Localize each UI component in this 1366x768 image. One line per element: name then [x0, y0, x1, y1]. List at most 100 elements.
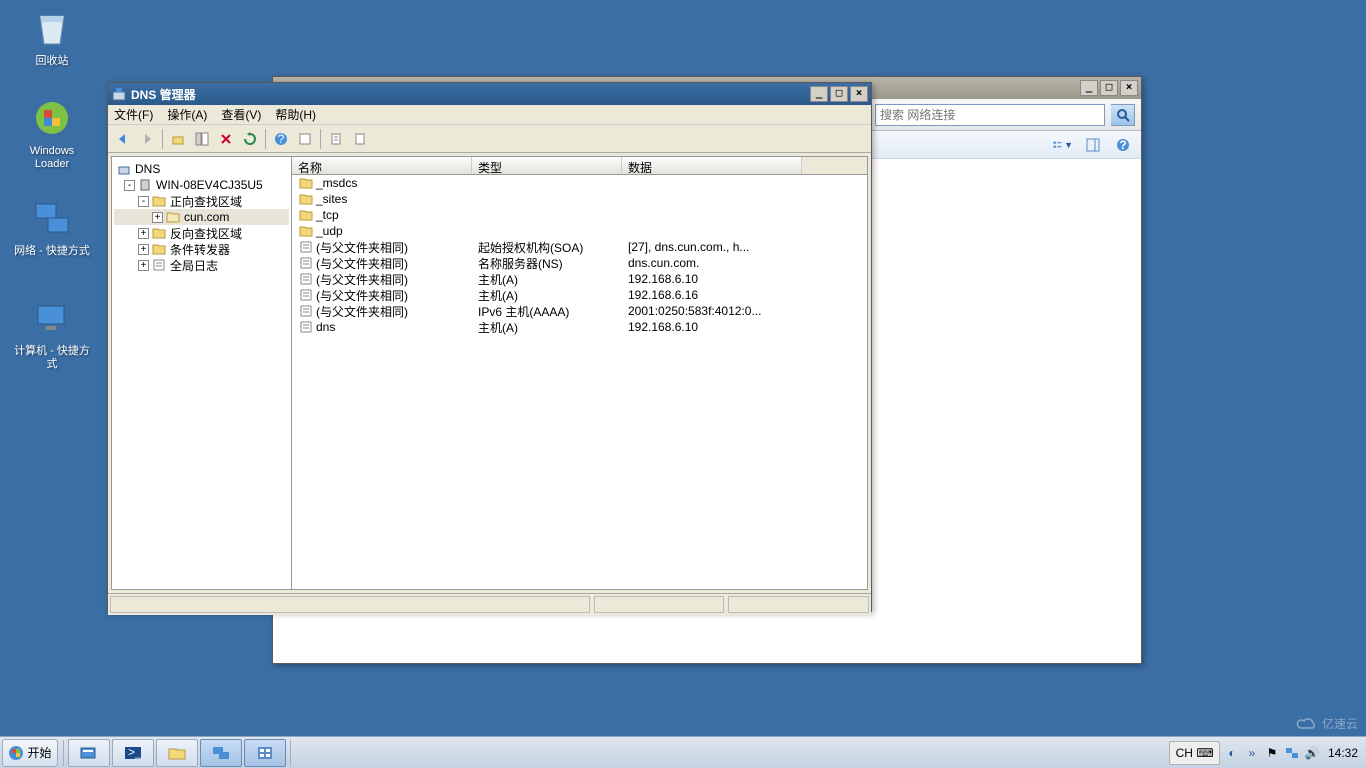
folder-icon — [151, 242, 167, 256]
task-server-manager[interactable] — [68, 739, 110, 767]
expand-icon[interactable]: + — [152, 212, 163, 223]
preview-pane-icon[interactable] — [1083, 135, 1103, 155]
tree-forward-zones[interactable]: - 正向查找区域 — [114, 193, 289, 209]
tree-root-dns[interactable]: DNS — [114, 161, 289, 177]
new-button[interactable] — [349, 128, 371, 150]
close-button[interactable]: × — [850, 86, 868, 102]
delete-button[interactable] — [215, 128, 237, 150]
action-center-icon[interactable]: ◐ — [1224, 745, 1240, 761]
statusbar — [108, 593, 871, 615]
back-button[interactable] — [112, 128, 134, 150]
dns-titlebar[interactable]: DNS 管理器 _ □ × — [108, 83, 871, 105]
clock[interactable]: 14:32 — [1324, 747, 1362, 759]
task-network[interactable] — [200, 739, 242, 767]
filter-button[interactable] — [325, 128, 347, 150]
close-button[interactable]: × — [1120, 80, 1138, 96]
help-button[interactable]: ? — [270, 128, 292, 150]
toolbar: ? — [108, 125, 871, 153]
minimize-button[interactable]: _ — [810, 86, 828, 102]
language-indicator[interactable]: CH ⌨ — [1169, 741, 1220, 765]
record-type: 起始授权机构(SOA) — [472, 239, 622, 256]
menu-help[interactable]: 帮助(H) — [275, 106, 316, 123]
record-name: (与父文件夹相同) — [316, 303, 408, 320]
tree-zone-cun-com[interactable]: + cun.com — [114, 209, 289, 225]
desktop-icon-network[interactable]: 网络 - 快捷方式 — [14, 198, 90, 258]
forward-button[interactable] — [136, 128, 158, 150]
start-button[interactable]: 开始 — [2, 739, 58, 767]
network-tray-icon[interactable] — [1284, 745, 1300, 761]
ime-icon[interactable]: ⌨ — [1197, 745, 1213, 761]
tree-global-log-label: 全局日志 — [170, 257, 218, 274]
menu-file[interactable]: 文件(F) — [114, 106, 153, 123]
show-hide-button[interactable] — [191, 128, 213, 150]
record-name: dns — [316, 320, 335, 334]
svg-text:?: ? — [278, 132, 285, 146]
tree-reverse-label: 反向查找区域 — [170, 225, 242, 242]
search-box[interactable] — [875, 104, 1105, 126]
folder-name: _sites — [316, 192, 347, 206]
record-icon — [298, 288, 314, 302]
up-button[interactable] — [167, 128, 189, 150]
list-item-folder[interactable]: _udp — [292, 223, 867, 239]
folder-name: _msdcs — [316, 176, 357, 190]
maximize-button[interactable]: □ — [1100, 80, 1118, 96]
volume-icon[interactable]: 🔊 — [1304, 745, 1320, 761]
dns-manager-window: DNS 管理器 _ □ × 文件(F) 操作(A) 查看(V) 帮助(H) ? — [107, 82, 872, 612]
desktop-icon-recycle-bin[interactable]: 回收站 — [14, 8, 90, 68]
search-input[interactable] — [876, 108, 1104, 122]
expand-icon[interactable]: + — [138, 260, 149, 271]
col-type[interactable]: 类型 — [472, 157, 622, 174]
task-dns-manager[interactable] — [244, 739, 286, 767]
expand-icon[interactable]: + — [138, 228, 149, 239]
record-type: 名称服务器(NS) — [472, 255, 622, 272]
minimize-button[interactable]: _ — [1080, 80, 1098, 96]
tree-server-label: WIN-08EV4CJ35U5 — [156, 178, 263, 192]
list-item-record[interactable]: (与父文件夹相同)名称服务器(NS)dns.cun.com. — [292, 255, 867, 271]
col-data[interactable]: 数据 — [622, 157, 802, 174]
col-name[interactable]: 名称 — [292, 157, 472, 174]
log-icon — [151, 258, 167, 272]
record-type: 主机(A) — [472, 271, 622, 288]
help-icon[interactable]: ? — [1113, 135, 1133, 155]
collapse-icon[interactable]: - — [138, 196, 149, 207]
search-button[interactable] — [1111, 104, 1135, 126]
record-name: (与父文件夹相同) — [316, 271, 408, 288]
expand-icon[interactable]: + — [138, 244, 149, 255]
list-item-record[interactable]: (与父文件夹相同)主机(A)192.168.6.10 — [292, 271, 867, 287]
list-item-folder[interactable]: _sites — [292, 191, 867, 207]
tree-server[interactable]: - WIN-08EV4CJ35U5 — [114, 177, 289, 193]
refresh-button[interactable] — [239, 128, 261, 150]
list-item-record[interactable]: (与父文件夹相同)主机(A)192.168.6.16 — [292, 287, 867, 303]
list-pane: 名称 类型 数据 _msdcs_sites_tcp_udp(与父文件夹相同)起始… — [292, 157, 867, 589]
tree-conditional-forwarders[interactable]: + 条件转发器 — [114, 241, 289, 257]
folder-icon — [151, 194, 167, 208]
list-item-folder[interactable]: _msdcs — [292, 175, 867, 191]
task-explorer[interactable] — [156, 739, 198, 767]
time-label: 14:32 — [1328, 747, 1358, 759]
dns-title: DNS 管理器 — [131, 86, 810, 103]
tree-reverse-zones[interactable]: + 反向查找区域 — [114, 225, 289, 241]
collapse-icon[interactable]: - — [124, 180, 135, 191]
desktop-icon-windows-loader[interactable]: Windows Loader — [14, 98, 90, 171]
recycle-bin-label: 回收站 — [14, 55, 90, 68]
list-item-record[interactable]: (与父文件夹相同)IPv6 主机(AAAA)2001:0250:583f:401… — [292, 303, 867, 319]
tray-chevron-icon[interactable]: » — [1244, 745, 1260, 761]
list-item-record[interactable]: dns主机(A)192.168.6.10 — [292, 319, 867, 335]
list-header: 名称 类型 数据 — [292, 157, 867, 175]
record-data: [27], dns.cun.com., h... — [622, 240, 822, 254]
maximize-button[interactable]: □ — [830, 86, 848, 102]
tree-pane[interactable]: DNS - WIN-08EV4CJ35U5 - 正向查找区域 + cun.com… — [112, 157, 292, 589]
tray-flag-icon[interactable]: ⚑ — [1264, 745, 1280, 761]
properties-button[interactable] — [294, 128, 316, 150]
desktop-icon-computer[interactable]: 计算机 - 快捷方式 — [14, 298, 90, 371]
menu-action[interactable]: 操作(A) — [167, 106, 207, 123]
tree-global-logs[interactable]: + 全局日志 — [114, 257, 289, 273]
taskbar: 开始 >_ CH ⌨ ◐ » ⚑ 🔊 14:32 — [0, 736, 1366, 768]
list-item-record[interactable]: (与父文件夹相同)起始授权机构(SOA)[27], dns.cun.com., … — [292, 239, 867, 255]
view-icon[interactable]: ▼ — [1053, 135, 1073, 155]
list-item-folder[interactable]: _tcp — [292, 207, 867, 223]
folder-name: _tcp — [316, 208, 339, 222]
task-powershell[interactable]: >_ — [112, 739, 154, 767]
menu-view[interactable]: 查看(V) — [221, 106, 261, 123]
svg-text:>_: >_ — [128, 745, 142, 759]
